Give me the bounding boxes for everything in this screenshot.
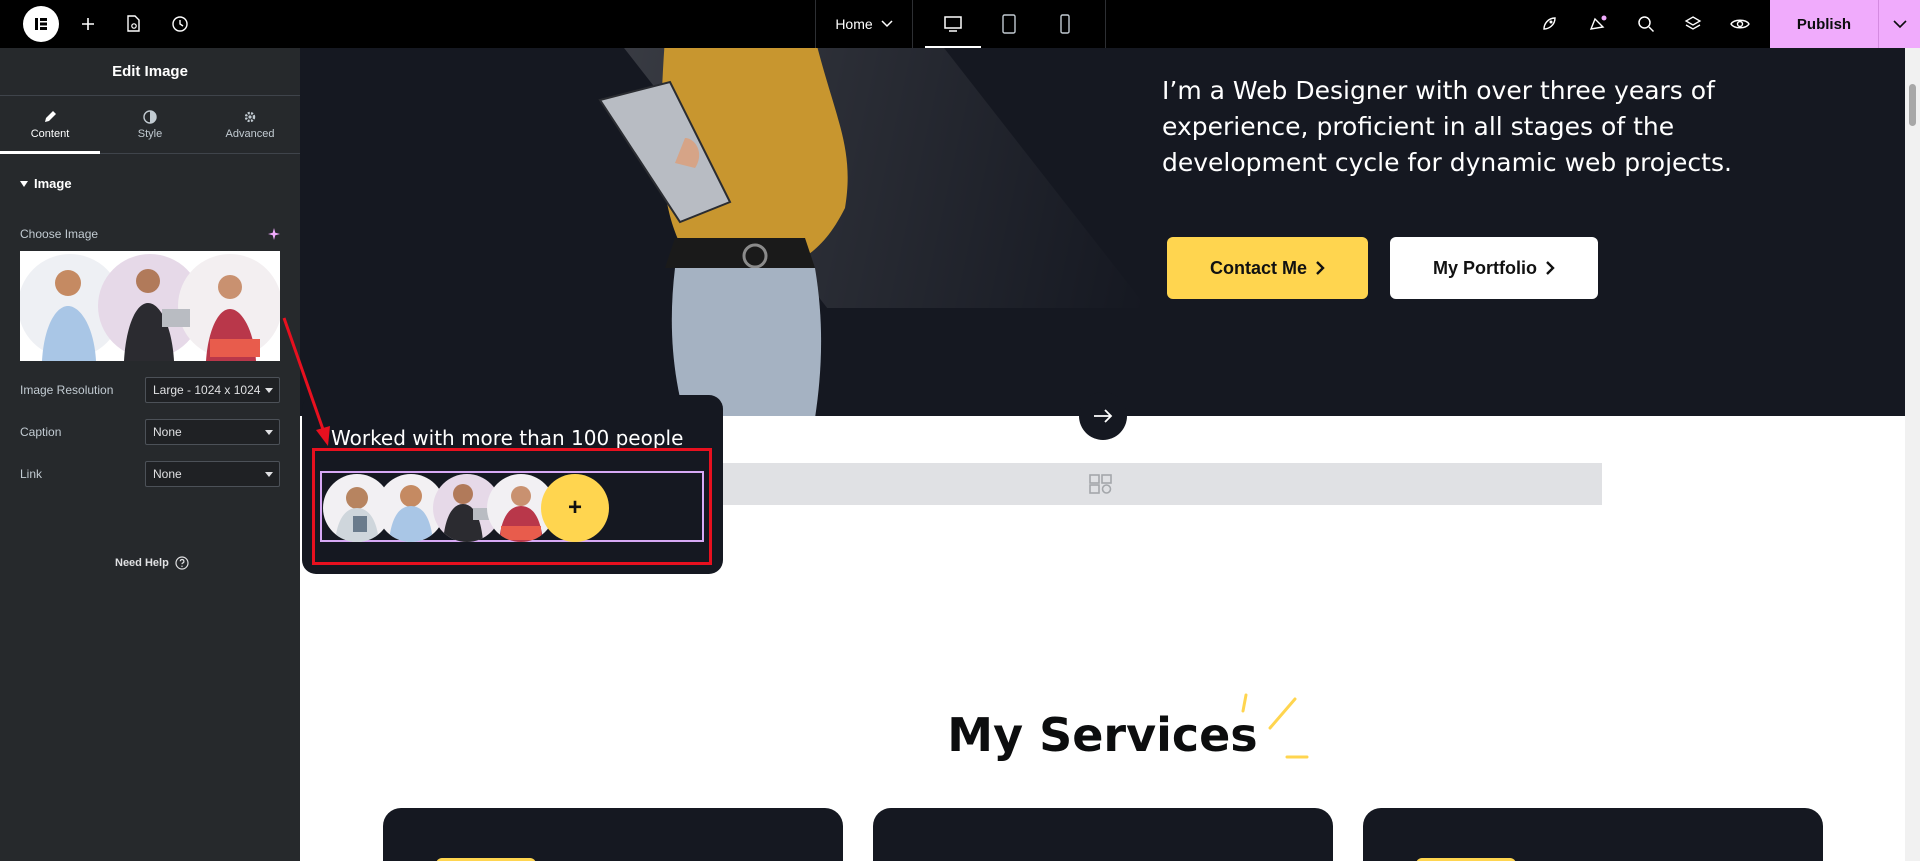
publish-options-chevron-icon[interactable]: [1878, 0, 1920, 48]
chevron-down-icon: [265, 472, 273, 477]
canvas-scrollbar[interactable]: [1905, 48, 1920, 861]
chevron-down-icon: [265, 388, 273, 393]
widget-placeholder-icon: [1089, 474, 1112, 494]
publish-button[interactable]: Publish: [1770, 0, 1878, 48]
image-resolution-value: Large - 1024 x 1024: [153, 383, 261, 397]
editor-panel: Edit Image Content Style Advanced Image …: [0, 48, 300, 861]
top-bar: Home Publish: [0, 0, 1920, 48]
image-preview-thumbnail[interactable]: [20, 251, 280, 361]
chevron-down-icon: [881, 20, 893, 28]
empty-widget-placeholder[interactable]: [600, 463, 1602, 505]
panel-tabs: Content Style Advanced: [0, 96, 300, 154]
my-portfolio-label: My Portfolio: [1433, 257, 1537, 278]
chevron-down-icon: [265, 430, 273, 435]
choose-image-label: Choose Image: [20, 227, 99, 241]
elementor-logo-icon[interactable]: [23, 6, 59, 42]
desktop-view-icon[interactable]: [925, 0, 981, 48]
service-card[interactable]: [383, 808, 843, 861]
caption-value: None: [153, 425, 182, 439]
need-help-link[interactable]: Need Help: [115, 556, 189, 570]
service-card[interactable]: [873, 808, 1333, 861]
tab-content[interactable]: Content: [0, 96, 100, 154]
scroll-next-arrow-icon[interactable]: [1079, 392, 1127, 440]
worked-with-heading: Worked with more than 100 people: [331, 426, 684, 450]
preview-canvas: I’m a Web Designer with over three years…: [300, 48, 1905, 861]
page-selector[interactable]: Home: [816, 0, 912, 48]
scrollbar-thumb[interactable]: [1909, 84, 1916, 126]
contact-me-label: Contact Me: [1209, 257, 1307, 278]
chevron-right-icon: [1546, 261, 1555, 275]
ai-sparkle-icon[interactable]: [268, 227, 280, 245]
chevron-right-icon: [1316, 261, 1325, 275]
caption-label: Caption: [20, 425, 62, 439]
link-label: Link: [20, 467, 43, 481]
add-element-icon[interactable]: [72, 8, 104, 40]
panel-title: Edit Image: [0, 48, 300, 96]
contact-me-button[interactable]: Contact Me: [1167, 237, 1368, 299]
hero-person-image: [598, 48, 848, 416]
layers-icon[interactable]: [1677, 8, 1709, 40]
gear-icon: [244, 111, 256, 122]
half-circle-icon: [143, 109, 157, 124]
image-resolution-label: Image Resolution: [20, 383, 114, 397]
more-people-plus-icon: +: [541, 474, 609, 542]
services-heading: My Services: [947, 708, 1258, 762]
preview-eye-icon[interactable]: [1724, 8, 1756, 40]
search-icon[interactable]: [1630, 8, 1662, 40]
need-help-label: Need Help: [115, 557, 169, 569]
notifications-icon[interactable]: [1582, 8, 1614, 40]
service-card[interactable]: [1363, 808, 1823, 861]
tab-advanced[interactable]: Advanced: [200, 96, 300, 153]
mobile-view-icon[interactable]: [1037, 0, 1093, 48]
page-settings-icon[interactable]: [117, 8, 149, 40]
my-portfolio-button[interactable]: My Portfolio: [1390, 237, 1598, 299]
link-select[interactable]: None: [145, 461, 280, 487]
tab-style[interactable]: Style: [100, 96, 200, 153]
tablet-view-icon[interactable]: [981, 0, 1037, 48]
divider: [1105, 0, 1106, 48]
heading-sparkle-decoration: [1241, 693, 1309, 759]
section-toggle-image[interactable]: Image: [20, 176, 300, 191]
tab-label: Advanced: [225, 127, 275, 140]
page-name: Home: [835, 16, 873, 32]
hero-description: I’m a Web Designer with over three years…: [1162, 76, 1732, 177]
history-icon[interactable]: [164, 8, 196, 40]
tab-label: Content: [30, 127, 70, 140]
hero-section: I’m a Web Designer with over three years…: [300, 48, 1905, 416]
caret-down-icon: [20, 180, 28, 187]
image-resolution-select[interactable]: Large - 1024 x 1024: [145, 377, 280, 403]
caption-select[interactable]: None: [145, 419, 280, 445]
divider: [912, 0, 913, 48]
question-circle-icon: [175, 556, 189, 570]
site-settings-rocket-icon[interactable]: [1533, 8, 1565, 40]
link-value: None: [153, 467, 182, 481]
section-title: Image: [34, 176, 72, 191]
tab-label: Style: [137, 127, 163, 140]
pencil-icon: [45, 110, 56, 122]
